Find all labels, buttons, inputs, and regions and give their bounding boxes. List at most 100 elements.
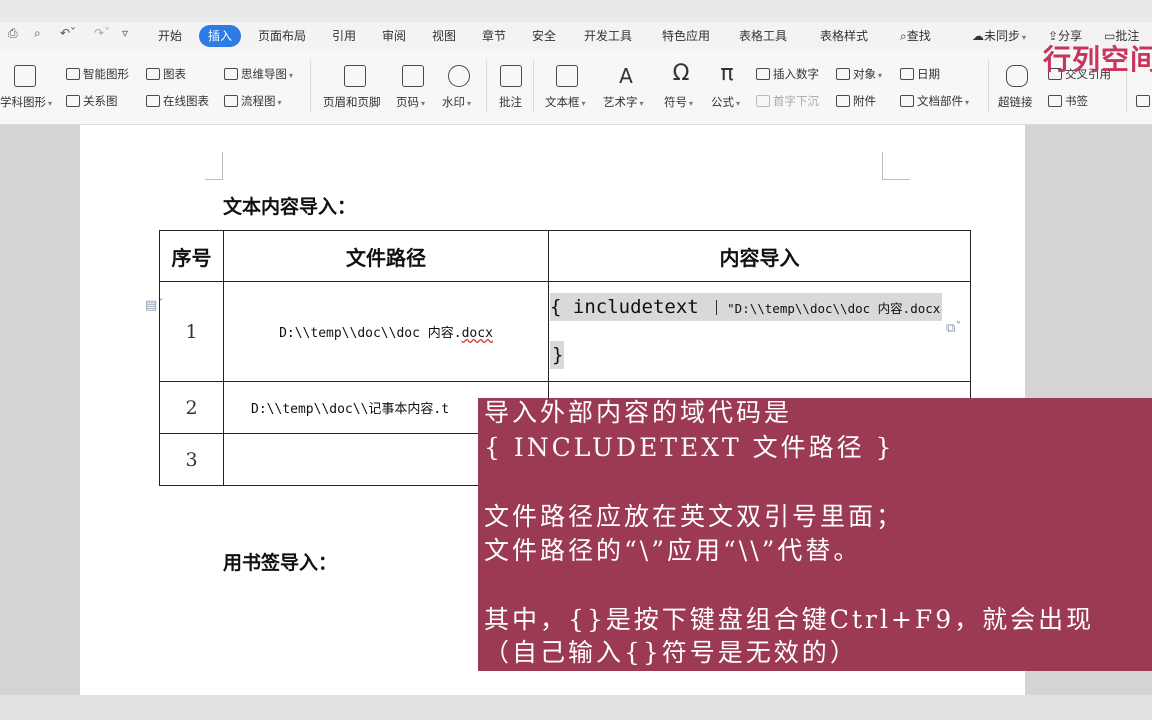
hyperlink-icon[interactable]	[1006, 65, 1028, 87]
bottom-strip	[0, 695, 1152, 720]
textbox-icon[interactable]	[556, 65, 578, 87]
undo-icon[interactable]: ↶ˇ	[60, 26, 76, 44]
smart-graphic-button[interactable]: 智能图形	[66, 66, 129, 82]
doc-parts-button[interactable]: 文档部件 ▾	[900, 93, 969, 109]
tab-home[interactable]: 开始	[152, 25, 188, 47]
print-icon[interactable]: ⎙	[8, 26, 18, 44]
comment-button[interactable]: 批注	[499, 94, 522, 110]
sync-button[interactable]: ☁未同步 ▾	[972, 25, 1026, 47]
online-chart-label: 在线图表	[163, 94, 209, 108]
shapes-icon[interactable]	[14, 65, 36, 87]
bookmark-icon	[1048, 95, 1062, 107]
textbox-button[interactable]: 文本框 ▾	[545, 94, 586, 110]
customize-quick-access-icon[interactable]: ▿	[122, 26, 128, 44]
comment-icon[interactable]	[500, 65, 522, 87]
attachment-button[interactable]: 附件	[836, 93, 876, 109]
symbol-button[interactable]: 符号 ▾	[664, 94, 693, 110]
header-number: 序号	[159, 230, 224, 282]
file-path-cell[interactable]: D:\\temp\\doc\\doc 内容.docx	[223, 281, 549, 382]
header-file-path: 文件路径	[223, 230, 549, 282]
tab-security[interactable]: 安全	[526, 25, 562, 47]
symbol-icon[interactable]: Ω	[670, 63, 692, 85]
field-close-brace: }	[550, 341, 564, 369]
tab-developer[interactable]: 开发工具	[578, 25, 638, 47]
tab-table-style[interactable]: 表格样式	[814, 25, 874, 47]
margin-corner-left	[205, 152, 223, 180]
drop-cap-button[interactable]: 首字下沉	[756, 93, 819, 109]
ribbon-separator	[310, 60, 311, 112]
row-number-cell[interactable]: 3	[159, 433, 224, 486]
row-number-cell[interactable]: 1	[159, 281, 224, 382]
tab-view[interactable]: 视图	[426, 25, 462, 47]
redo-icon[interactable]: ↷ˇ	[94, 26, 110, 44]
relation-graph-button[interactable]: 关系图	[66, 93, 118, 109]
caption-line: 文件路径的“\”应用“\\”代替。	[484, 536, 862, 565]
smart-graphic-icon	[66, 68, 80, 80]
bookmark-button[interactable]: 书签	[1048, 93, 1088, 109]
watermark-button[interactable]: 水印 ▾	[442, 94, 471, 110]
drop-cap-label: 首字下沉	[773, 94, 819, 108]
caption-line: 导入外部内容的域代码是	[484, 398, 793, 427]
flowchart-button[interactable]: 流程图 ▾	[224, 93, 282, 109]
tab-page-layout[interactable]: 页面布局	[252, 25, 312, 47]
file-path-ext: docx	[461, 326, 493, 341]
object-button[interactable]: 对象 ▾	[836, 66, 882, 82]
art-text-icon[interactable]: A	[615, 65, 637, 87]
formula-label: 公式	[711, 95, 734, 109]
search-icon: ⌕	[900, 29, 907, 43]
header-content-import: 内容导入	[548, 230, 971, 282]
chart-icon	[146, 68, 160, 80]
insert-number-button[interactable]: 插入数字	[756, 66, 819, 82]
formula-button[interactable]: 公式 ▾	[711, 94, 740, 110]
relation-graph-label: 关系图	[83, 94, 118, 108]
page-number-button[interactable]: 页码 ▾	[396, 94, 425, 110]
page-number-icon[interactable]	[402, 65, 424, 87]
field-code-cell[interactable]: { includetext "D:\\temp\\doc\\doc 内容.doc…	[548, 281, 971, 382]
smart-graphic-label: 智能图形	[83, 67, 129, 81]
ribbon-overflow-icon[interactable]	[1136, 95, 1150, 107]
row-number-cell[interactable]: 2	[159, 381, 224, 434]
field-open-text: { includetext	[550, 296, 711, 318]
doc-parts-icon	[900, 95, 914, 107]
flowchart-label: 流程图	[241, 94, 276, 108]
tab-special-apps[interactable]: 特色应用	[656, 25, 716, 47]
page-number-label: 页码	[396, 95, 419, 109]
online-chart-button[interactable]: 在线图表	[146, 93, 209, 109]
print-preview-icon[interactable]: ⌕	[34, 26, 41, 44]
section-heading-text-import: 文本内容导入：	[223, 196, 357, 218]
art-text-label: 艺术字	[603, 95, 638, 109]
mindmap-button[interactable]: 思维导图 ▾	[224, 66, 293, 82]
tab-references[interactable]: 引用	[326, 25, 362, 47]
shapes-button[interactable]: 学科图形 ▾	[0, 94, 52, 110]
art-text-button[interactable]: 艺术字 ▾	[603, 94, 644, 110]
chart-button[interactable]: 图表	[146, 66, 186, 82]
tab-insert[interactable]: 插入	[199, 25, 242, 47]
mindmap-icon	[224, 68, 238, 80]
search-label: 查找	[906, 29, 931, 43]
ribbon-separator	[486, 60, 487, 112]
sync-label: 未同步	[984, 29, 1021, 43]
hyperlink-button[interactable]: 超链接	[998, 94, 1033, 110]
header-footer-button[interactable]: 页眉和页脚	[323, 94, 381, 110]
section-heading-bookmark-import: 用书签导入：	[223, 552, 338, 574]
table-row: 1 D:\\temp\\doc\\doc 内容.docx { includete…	[159, 281, 971, 382]
menu-bar: ⎙ ⌕ ↶ˇ ↷ˇ ▿ 开始 插入 页面布局 引用 审阅 视图 章节 安全 开发…	[0, 0, 1152, 50]
formula-icon[interactable]: π	[716, 63, 738, 85]
tutorial-caption-box: 导入外部内容的域代码是 { INCLUDETEXT 文件路径 } 文件路径应放在…	[478, 398, 1152, 671]
watermark-icon[interactable]	[448, 65, 470, 87]
tab-chapter[interactable]: 章节	[476, 25, 512, 47]
ribbon-separator	[533, 60, 534, 112]
tab-review[interactable]: 审阅	[376, 25, 412, 47]
tab-table-tools[interactable]: 表格工具	[733, 25, 793, 47]
table-header-row: 序号 文件路径 内容导入	[159, 230, 971, 282]
header-footer-icon[interactable]	[344, 65, 366, 87]
search-button[interactable]: ⌕查找	[900, 25, 931, 47]
watermark-label: 水印	[442, 95, 465, 109]
online-chart-icon	[146, 95, 160, 107]
cloud-icon: ☁	[972, 29, 984, 43]
shapes-label: 学科图形	[0, 95, 46, 109]
date-button[interactable]: 日期	[900, 66, 940, 82]
doc-parts-label: 文档部件	[917, 94, 963, 108]
textbox-label: 文本框	[545, 95, 580, 109]
attachment-label: 附件	[853, 94, 876, 108]
